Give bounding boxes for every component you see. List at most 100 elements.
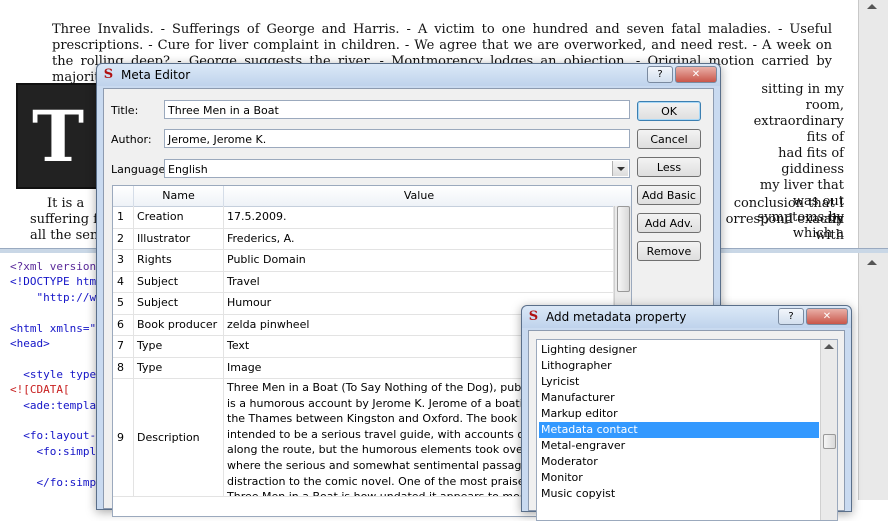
list-item[interactable]: Metadata contact <box>539 422 819 438</box>
property-name[interactable]: Subject <box>134 292 224 314</box>
text-line: had fits of giddiness <box>778 146 844 177</box>
property-name[interactable]: Rights <box>134 249 224 271</box>
text-fragment: suffering fr <box>30 212 105 227</box>
code-line: <!DOCTYPE htm <box>10 274 96 289</box>
code-line: "http://ww <box>10 290 103 305</box>
add-metadata-titlebar[interactable]: S Add metadata property ? ✕ <box>522 306 851 328</box>
chevron-down-icon[interactable] <box>612 161 628 176</box>
window-title: Meta Editor <box>121 68 191 82</box>
list-item[interactable]: Monitor <box>539 470 819 486</box>
ok-button[interactable]: OK <box>637 101 701 121</box>
list-item[interactable]: Moderator <box>539 454 819 470</box>
list-item[interactable]: Lyricist <box>539 374 819 390</box>
list-scrollbar[interactable] <box>820 340 837 520</box>
code-token: <head> <box>10 337 50 350</box>
code-line: <fo:layout- <box>10 428 96 443</box>
property-name[interactable]: Book producer <box>134 313 224 335</box>
less-button[interactable]: Less <box>637 157 701 177</box>
text-fragment: orrespond exactly with <box>725 212 844 243</box>
add-metadata-body: Lighting designer Lithographer Lyricist Man… <box>528 330 845 521</box>
row-index: 4 <box>113 270 134 292</box>
preview-scrollbar[interactable] <box>858 0 888 248</box>
add-metadata-window: S Add metadata property ? ✕ Lighting des… <box>521 305 852 521</box>
property-name[interactable]: Type <box>134 356 224 378</box>
code-line: </fo:simp <box>10 475 96 490</box>
list-item[interactable]: Lighting designer <box>539 342 819 358</box>
code-line: <![CDATA[ <box>10 382 70 397</box>
scroll-up-icon[interactable] <box>867 260 877 265</box>
language-value: English <box>168 163 208 176</box>
language-select[interactable]: English <box>164 159 630 178</box>
drop-cap-illustration: T <box>16 83 100 189</box>
sigil-app-icon: S <box>528 309 539 324</box>
list-item[interactable]: Lithographer <box>539 358 819 374</box>
table-row[interactable]: 4 Subject Travel <box>113 270 614 293</box>
scroll-up-icon[interactable] <box>867 4 877 9</box>
table-row[interactable]: 1 Creation 17.5.2009. <box>113 206 614 229</box>
scroll-up-icon[interactable] <box>824 344 834 349</box>
text-fragment: It is a <box>47 196 85 211</box>
column-header-value[interactable]: Value <box>224 186 614 206</box>
code-line: <head> <box>10 336 50 351</box>
table-row[interactable]: 3 Rights Public Domain <box>113 249 614 272</box>
author-label: Author: <box>111 133 152 146</box>
code-token: <?xml version <box>10 260 97 273</box>
row-index: 1 <box>113 206 134 228</box>
title-field[interactable]: Three Men in a Boat <box>164 100 630 119</box>
code-token: "http://ww <box>10 290 103 304</box>
scroll-thumb[interactable] <box>617 206 630 292</box>
property-name[interactable]: Type <box>134 335 224 357</box>
text-line: extraordinary fits of <box>753 114 844 145</box>
code-token: <fo:simple <box>10 444 103 458</box>
property-value[interactable]: Travel <box>224 270 614 292</box>
column-header-index <box>113 186 134 206</box>
property-value[interactable]: 17.5.2009. <box>224 206 614 228</box>
help-button[interactable]: ? <box>647 66 673 83</box>
property-name[interactable]: Description <box>134 378 224 496</box>
list-item[interactable]: Manufacturer <box>539 390 819 406</box>
code-line: <fo:simple <box>10 444 103 459</box>
property-list[interactable]: Lighting designer Lithographer Lyricist Man… <box>536 339 838 521</box>
property-name[interactable]: Creation <box>134 206 224 228</box>
code-line: <?xml version <box>10 259 96 274</box>
property-value[interactable]: Public Domain <box>224 249 614 271</box>
add-basic-button[interactable]: Add Basic <box>637 185 701 205</box>
meta-editor-titlebar[interactable]: S Meta Editor ? ✕ <box>97 64 720 86</box>
row-index: 5 <box>113 292 134 314</box>
list-item[interactable]: Markup editor <box>539 406 819 422</box>
code-token: <style type <box>10 367 97 381</box>
code-line: <style type <box>10 367 96 382</box>
row-index: 9 <box>113 378 134 496</box>
window-title: Add metadata property <box>546 310 687 324</box>
table-header: Name Value <box>113 186 631 207</box>
scroll-thumb[interactable] <box>823 434 836 449</box>
code-token: <!DOCTYPE htm <box>10 275 97 289</box>
row-index: 8 <box>113 356 134 378</box>
row-index: 6 <box>113 313 134 335</box>
property-name[interactable]: Subject <box>134 270 224 292</box>
add-advanced-button[interactable]: Add Adv. <box>637 213 701 233</box>
row-index: 2 <box>113 227 134 249</box>
list-item[interactable]: Metal-engraver <box>539 438 819 454</box>
code-line: <ade:templa <box>10 398 96 413</box>
sigil-app-icon: S <box>103 67 114 82</box>
remove-button[interactable]: Remove <box>637 241 701 261</box>
title-label: Title: <box>111 104 139 117</box>
property-value[interactable]: Frederics, A. <box>224 227 614 249</box>
code-token: <fo:layout- <box>10 429 97 443</box>
language-label: Language: <box>111 163 169 176</box>
author-field[interactable]: Jerome, Jerome K. <box>164 129 630 148</box>
code-token: </fo:simp <box>10 475 97 489</box>
row-index: 7 <box>113 335 134 357</box>
text-line: sitting in my room, <box>761 82 844 113</box>
close-button[interactable]: ✕ <box>675 66 717 83</box>
property-name[interactable]: Illustrator <box>134 227 224 249</box>
help-button[interactable]: ? <box>778 308 804 325</box>
code-line: <html xmlns=" <box>10 321 96 336</box>
cancel-button[interactable]: Cancel <box>637 129 701 149</box>
code-scrollbar[interactable] <box>858 253 888 500</box>
column-header-name[interactable]: Name <box>134 186 224 206</box>
table-row[interactable]: 2 Illustrator Frederics, A. <box>113 227 614 250</box>
code-token: <![CDATA[ <box>10 383 70 397</box>
close-button[interactable]: ✕ <box>806 308 848 325</box>
